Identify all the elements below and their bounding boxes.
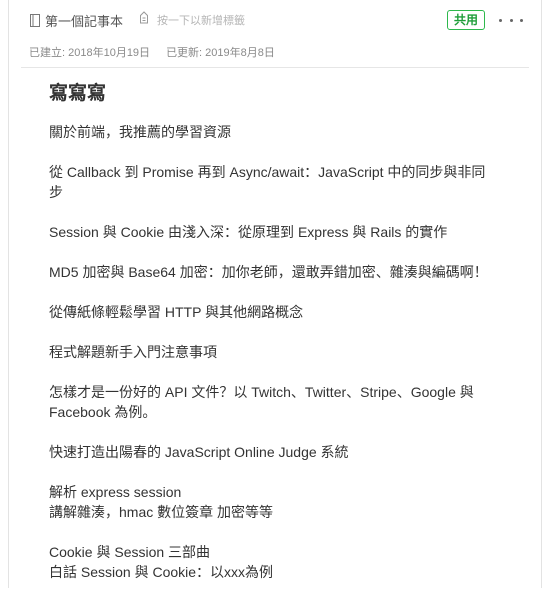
header-divider [21,67,529,68]
note-window: 第一個記事本 按一下以新增標籤 共用 已建立: 2018年10月19日 已更新:… [8,0,542,588]
note-paragraph: 從 Callback 到 Promise 再到 Async/await：Java… [49,162,499,202]
note-line: Facebook 為例。 [49,404,157,420]
note-header: 第一個記事本 按一下以新增標籤 共用 [9,0,541,40]
note-line: MD5 加密與 Base64 加密：加你老師，還敢弄錯加密、雜湊與編碼啊！ [49,264,488,280]
note-line: 從傳紙條輕鬆學習 HTTP 與其他網路概念 [49,304,304,320]
note-line: 關於前端，我推薦的學習資源 [49,124,231,140]
note-paragraph: Session 與 Cookie 由淺入深：從原理到 Express 與 Rai… [49,222,499,242]
note-paragraph: 快速打造出陽春的 JavaScript Online Judge 系統 [49,442,499,462]
tag-icon [139,11,149,29]
more-icon[interactable] [499,11,523,29]
note-title[interactable]: 寫寫寫 [49,80,499,108]
updated-date: 已更新: 2019年8月8日 [166,47,275,59]
note-body[interactable]: 寫寫寫 關於前端，我推薦的學習資源從 Callback 到 Promise 再到… [49,80,499,602]
note-paragraph: MD5 加密與 Base64 加密：加你老師，還敢弄錯加密、雜湊與編碼啊！ [49,262,499,282]
notebook-name: 第一個記事本 [45,13,124,29]
note-line: 程式解題新手入門注意事項 [49,344,217,360]
note-paragraph: Cookie 與 Session 三部曲白話 Session 與 Cookie：… [49,542,499,582]
created-date: 已建立: 2018年10月19日 [29,47,151,59]
note-line: 快速打造出陽春的 JavaScript Online Judge 系統 [49,444,349,460]
note-line: 怎樣才是一份好的 API 文件？以 Twitch、Twitter、Stripe、… [49,384,474,400]
notebook-selector[interactable]: 第一個記事本 [29,11,123,29]
note-line: 解析 express session [49,484,182,500]
note-paragraph: 怎樣才是一份好的 API 文件？以 Twitch、Twitter、Stripe、… [49,382,499,422]
notebook-icon [29,13,41,27]
note-line: 白話 Session 與 Cookie：以xxx為例 [49,564,274,580]
note-paragraph: 解析 express session 講解雜湊，hmac 數位簽章 加密等等 [49,482,499,522]
note-line: 講解雜湊，hmac 數位簽章 加密等等 [49,504,274,520]
tag-placeholder: 按一下以新增標籤 [157,15,245,27]
note-paragraph: 程式解題新手入門注意事項 [49,342,499,362]
note-paragraphs: 關於前端，我推薦的學習資源從 Callback 到 Promise 再到 Asy… [49,122,499,582]
note-meta: 已建立: 2018年10月19日 已更新: 2019年8月8日 [29,44,291,60]
share-button[interactable]: 共用 [447,10,486,30]
note-paragraph: 關於前端，我推薦的學習資源 [49,122,499,142]
note-line: 從 Callback 到 Promise 再到 Async/await：Java… [49,164,486,180]
tag-input[interactable]: 按一下以新增標籤 [139,11,245,29]
note-line: 步 [49,184,63,200]
note-line: Session 與 Cookie 由淺入深：從原理到 Express 與 Rai… [49,224,448,240]
note-line: Cookie 與 Session 三部曲 [49,544,211,560]
note-paragraph: 從傳紙條輕鬆學習 HTTP 與其他網路概念 [49,302,499,322]
